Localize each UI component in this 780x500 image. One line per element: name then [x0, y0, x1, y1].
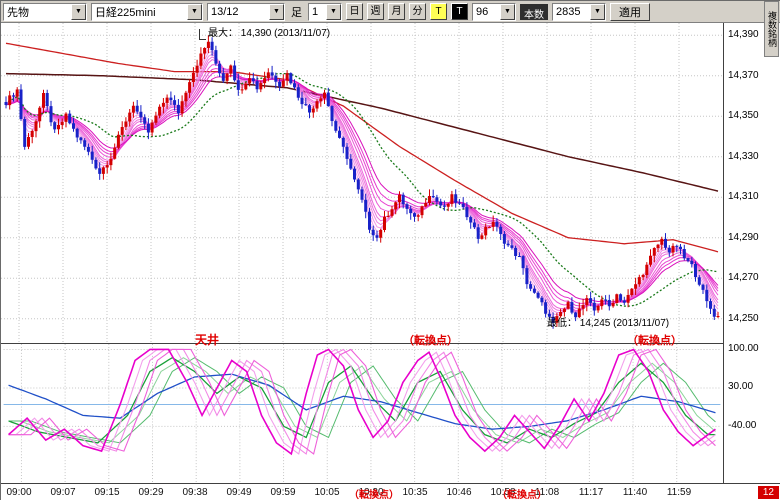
time-label: 10:35	[402, 487, 427, 498]
price-axis-label: 14,250	[728, 313, 759, 324]
time-label: 11:59	[667, 487, 691, 498]
period-minute-button[interactable]: 分	[409, 3, 426, 20]
indicator-axis-label: 100.00	[728, 343, 759, 354]
period-day-button[interactable]: 日	[346, 3, 363, 20]
period-month-button[interactable]: 月	[388, 3, 405, 20]
contract-month-value: 13/12	[208, 6, 269, 18]
interval-select[interactable]: 1 ▼	[308, 3, 342, 21]
indicator-axis-label: -40.00	[728, 420, 756, 431]
apply-button[interactable]: 適用	[610, 3, 650, 21]
interval-select-value: 1	[309, 6, 326, 18]
trading-app-window: 先物 ▼ 日経225mini ▼ 13/12 ▼ 足 1 ▼ 日 週 月 分 T…	[0, 0, 780, 500]
price-axis-label: 14,390	[728, 29, 759, 40]
ma-fan-line	[6, 49, 718, 317]
max-price-annotation: 最大： 14,390 (2013/11/07)	[208, 24, 330, 39]
time-label: 09:38	[182, 487, 207, 498]
turning-point-annotation: （転換点）	[403, 332, 458, 348]
tick-toggle-button[interactable]: T	[430, 3, 447, 20]
time-label: 09:49	[226, 487, 251, 498]
time-axis: 09:00 09:07 09:15 09:29 09:38 09:49 09:59 10:05…	[1, 483, 780, 500]
bars-count-select[interactable]: 2835 ▼	[552, 3, 606, 21]
turning-point-annotation: （転換点）	[497, 486, 547, 500]
turning-point-annotation: （転換点）	[349, 486, 399, 500]
time-label: 10:05	[314, 487, 339, 498]
max-pointer-icon	[199, 29, 206, 40]
bars-label: 本数	[520, 4, 548, 20]
param-select-value: 96	[473, 6, 500, 18]
price-axis-label: 14,350	[728, 110, 759, 121]
time-label: 11:17	[579, 487, 603, 498]
dropdown-arrow-icon[interactable]: ▼	[269, 4, 284, 20]
price-chart-canvas[interactable]	[1, 23, 723, 343]
time-label: 09:29	[138, 487, 163, 498]
t-toggle-button[interactable]: T	[451, 3, 468, 20]
price-axis-label: 14,290	[728, 232, 759, 243]
time-label: 11:40	[623, 487, 647, 498]
indicator-axis-label: 30.00	[728, 381, 753, 392]
symbol-select-value: 日経225mini	[92, 4, 187, 20]
period-week-button[interactable]: 週	[367, 3, 384, 20]
toolbar: 先物 ▼ 日経225mini ▼ 13/12 ▼ 足 1 ▼ 日 週 月 分 T…	[1, 1, 780, 23]
time-label: 09:07	[50, 487, 75, 498]
dropdown-arrow-icon[interactable]: ▼	[590, 4, 605, 20]
bars-count-value: 2835	[553, 6, 590, 18]
time-label: 10:46	[446, 487, 471, 498]
ma-fan-line	[6, 52, 718, 315]
turning-point-annotation: （転換点）	[627, 332, 682, 348]
market-select-value: 先物	[4, 4, 71, 20]
ma-fan-line	[6, 65, 718, 309]
ma-long-maroon	[6, 74, 718, 192]
price-axis-label: 14,330	[728, 151, 759, 162]
ceiling-annotation: 天井	[195, 331, 219, 348]
price-axis-label: 14,270	[728, 272, 759, 283]
dropdown-arrow-icon[interactable]: ▼	[326, 4, 341, 20]
time-label: 09:00	[6, 487, 31, 498]
interval-label: 足	[289, 4, 304, 20]
rci-magenta-copy	[9, 349, 716, 453]
dropdown-arrow-icon[interactable]: ▼	[71, 4, 86, 20]
symbol-select[interactable]: 日経225mini ▼	[91, 3, 203, 21]
min-price-annotation: 最低： 14,245 (2013/11/07)	[547, 314, 669, 329]
candle-bodies-up	[8, 42, 719, 323]
time-label: 09:15	[94, 487, 119, 498]
contract-month-select[interactable]: 13/12 ▼	[207, 3, 285, 21]
market-select[interactable]: 先物 ▼	[3, 3, 87, 21]
time-label-noon: 12	[758, 486, 779, 499]
dropdown-arrow-icon[interactable]: ▼	[500, 4, 515, 20]
multi-symbol-tab[interactable]: 複数銘柄	[764, 1, 779, 57]
time-label: 09:59	[270, 487, 295, 498]
indicator-chart-canvas[interactable]	[1, 343, 723, 483]
price-axis-label: 14,370	[728, 70, 759, 81]
param-select[interactable]: 96 ▼	[472, 3, 516, 21]
chart-area: 14,390 14,370 14,350 14,330 14,310 14,290 14,2…	[1, 23, 780, 500]
axis-separator	[723, 23, 724, 483]
dropdown-arrow-icon[interactable]: ▼	[187, 4, 202, 20]
candle-bodies-down	[5, 42, 716, 323]
price-axis-label: 14,310	[728, 191, 759, 202]
